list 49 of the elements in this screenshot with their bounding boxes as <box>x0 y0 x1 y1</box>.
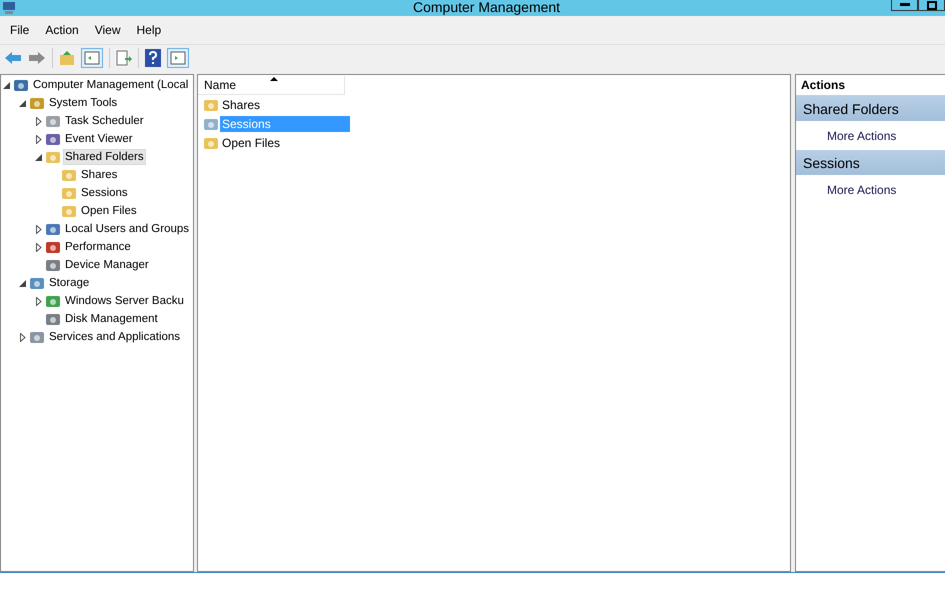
tree-item[interactable]: Device Manager <box>63 257 151 273</box>
actions-section-header[interactable]: Shared Folders <box>796 96 945 121</box>
tree-item[interactable]: Open Files <box>79 203 139 219</box>
back-arrow-icon[interactable] <box>4 51 22 65</box>
action-link[interactable]: More Actions <box>796 121 945 150</box>
tree-item[interactable]: Shared Folders <box>63 149 146 165</box>
menu-item[interactable]: File <box>4 23 36 37</box>
tree-item[interactable]: Shares <box>79 167 120 183</box>
export-list-icon[interactable] <box>116 50 132 66</box>
expand-arrow-icon[interactable] <box>36 224 42 234</box>
tree-item[interactable]: Computer Management (Local <box>31 77 190 93</box>
collapse-arrow-icon[interactable] <box>3 82 10 88</box>
tree-item[interactable]: Local Users and Groups <box>63 221 192 237</box>
forward-arrow-icon[interactable] <box>28 51 46 65</box>
tree-item[interactable]: Performance <box>63 239 133 255</box>
expand-arrow-icon[interactable] <box>36 134 42 144</box>
collapse-arrow-icon[interactable] <box>19 280 26 286</box>
collapse-arrow-icon[interactable] <box>35 154 42 160</box>
tree-item[interactable]: Disk Management <box>63 311 160 327</box>
maximize-icon <box>926 0 936 10</box>
tree-item[interactable]: Task Scheduler <box>63 113 146 129</box>
help-icon[interactable] <box>145 49 161 67</box>
pane-toggle-icon[interactable] <box>167 48 189 68</box>
menu-item[interactable]: View <box>88 23 126 37</box>
column-header[interactable]: Name <box>198 76 345 95</box>
pane-toggle-icon[interactable] <box>81 48 103 68</box>
folder-up-icon[interactable] <box>59 50 75 66</box>
expand-arrow-icon[interactable] <box>20 332 26 342</box>
list-item[interactable]: Open Files <box>220 134 350 150</box>
tree-item[interactable]: Windows Server Backu <box>63 293 186 309</box>
action-link[interactable]: More Actions <box>796 175 945 204</box>
tree-item[interactable]: Event Viewer <box>63 131 135 147</box>
list-item[interactable]: Shares <box>220 96 350 112</box>
menu-item[interactable]: Help <box>130 23 168 37</box>
expand-arrow-icon[interactable] <box>36 296 42 306</box>
minimize-button[interactable] <box>891 0 918 11</box>
tree-item[interactable]: Sessions <box>79 185 130 201</box>
window-title: Computer Management <box>413 0 560 15</box>
menu-item[interactable]: Action <box>39 23 85 37</box>
minimize-icon <box>900 3 910 7</box>
actions-section-header[interactable]: Sessions <box>796 150 945 175</box>
sort-arrow-icon <box>270 77 278 81</box>
expand-arrow-icon[interactable] <box>36 242 42 252</box>
collapse-arrow-icon[interactable] <box>19 100 26 106</box>
maximize-button[interactable] <box>918 0 945 11</box>
tree-item[interactable]: Services and Applications <box>47 329 182 345</box>
tree-item[interactable]: Storage <box>47 275 92 291</box>
expand-arrow-icon[interactable] <box>36 116 42 126</box>
tree-item[interactable]: System Tools <box>47 95 120 111</box>
